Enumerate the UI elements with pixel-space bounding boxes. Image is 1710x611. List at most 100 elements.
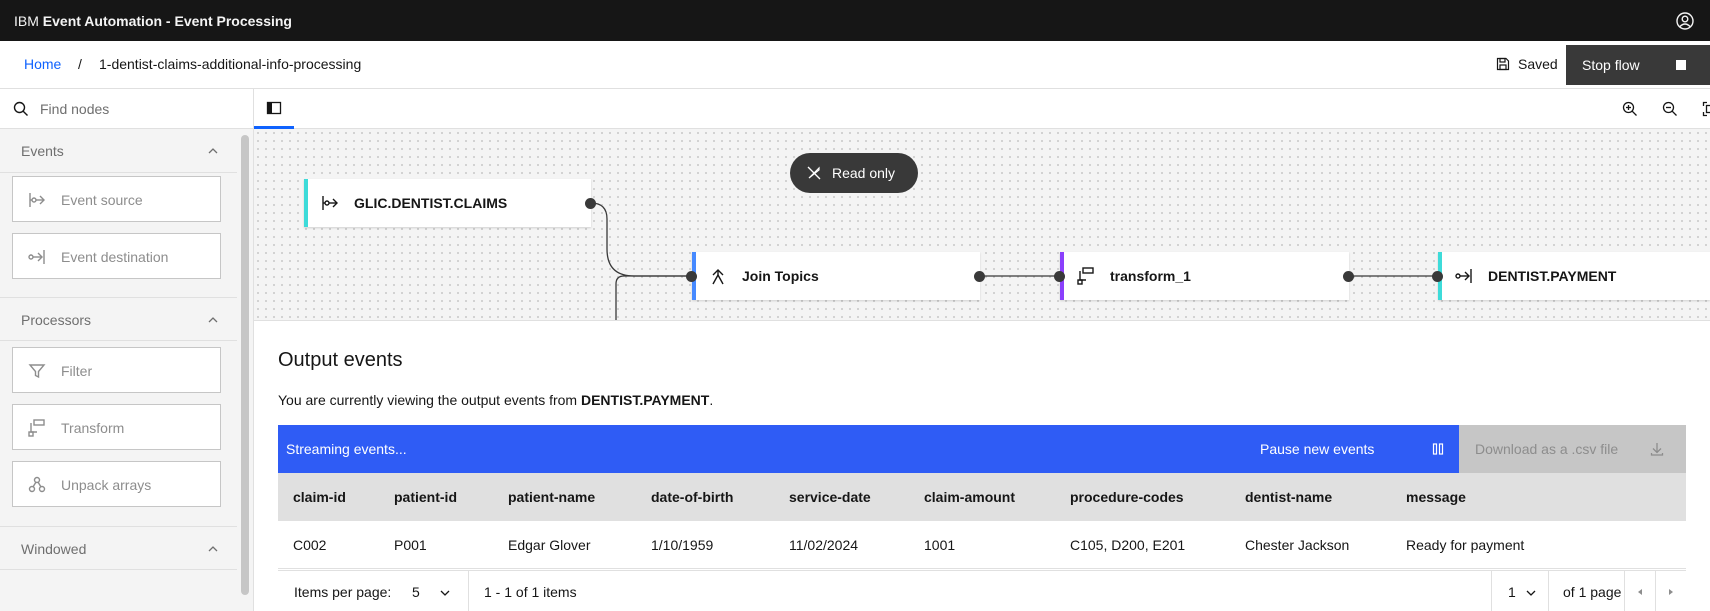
event-destination-icon [28, 250, 45, 264]
toggle-palette-button[interactable] [254, 89, 294, 129]
column-header: dentist-name [1245, 489, 1333, 505]
breadcrumb-home-link[interactable]: Home [24, 56, 61, 72]
stop-flow-button[interactable]: Stop flow [1566, 45, 1710, 85]
filter-icon [28, 364, 46, 379]
table-cell: 11/02/2024 [789, 537, 859, 553]
previous-page-button[interactable] [1624, 571, 1655, 611]
column-header: date-of-birth [651, 489, 734, 505]
palette-item-label: Event destination [61, 249, 169, 265]
stop-flow-label: Stop flow [1582, 57, 1640, 73]
palette-item-label: Transform [61, 420, 125, 436]
event-source-icon [322, 196, 338, 210]
flow-node-event-source[interactable]: GLIC.DENTIST.CLAIMS [304, 179, 591, 227]
flow-node-transform[interactable]: transform_1 [1060, 252, 1349, 300]
palette-item-event-destination[interactable]: Event destination [12, 233, 221, 279]
input-port[interactable] [1432, 271, 1443, 282]
section-header-events[interactable]: Events [0, 129, 237, 173]
next-page-button[interactable] [1655, 571, 1686, 611]
palette-item-label: Unpack arrays [61, 477, 152, 493]
description-target: DENTIST.PAYMENT [580, 392, 710, 408]
section-title: Events [21, 143, 64, 159]
transform-icon [28, 419, 45, 437]
breadcrumb-separator: / [78, 56, 82, 72]
zoom-out-button[interactable] [1650, 89, 1690, 129]
page-select[interactable]: 1 [1508, 584, 1516, 600]
flow-canvas[interactable]: Read only GLIC.DENTIST.CLAIMS Join Topic… [254, 129, 1710, 320]
table-cell: Chester Jackson [1245, 537, 1350, 553]
search-icon [13, 101, 28, 116]
join-icon [712, 269, 724, 285]
stop-icon [1676, 60, 1686, 70]
palette-item-unpack-arrays[interactable]: Unpack arrays [12, 461, 221, 507]
column-header: claim-amount [924, 489, 1016, 505]
input-port[interactable] [686, 271, 697, 282]
table-row: C002 P001 Edgar Glover 1/10/1959 11/02/2… [278, 521, 1686, 569]
output-port[interactable] [1343, 271, 1354, 282]
output-port[interactable] [585, 198, 596, 209]
search-input[interactable] [40, 97, 240, 121]
chevron-up-icon [208, 546, 218, 552]
column-header: message [1406, 489, 1466, 505]
table-cell: 1001 [924, 537, 956, 553]
palette-item-filter[interactable]: Filter [12, 347, 221, 393]
download-csv-button[interactable]: Download as a .csv file [1459, 425, 1686, 473]
table-cell: P001 [394, 537, 427, 553]
chevron-down-icon[interactable] [439, 587, 451, 599]
column-header: service-date [789, 489, 871, 505]
column-header: claim-id [293, 489, 346, 505]
items-per-page-select[interactable]: 5 [412, 584, 420, 600]
zoom-in-button[interactable] [1610, 89, 1650, 129]
section-title: Windowed [21, 541, 87, 557]
section-header-windowed[interactable]: Windowed [0, 526, 237, 570]
section-header-processors[interactable]: Processors [0, 297, 237, 341]
table-cell: Ready for payment [1406, 537, 1525, 553]
input-port[interactable] [1054, 271, 1065, 282]
pause-icon[interactable] [1431, 442, 1445, 456]
items-range: 1 - 1 of 1 items [484, 584, 577, 600]
flow-node-join[interactable]: Join Topics [692, 252, 980, 300]
flow-node-event-destination[interactable]: DENTIST.PAYMENT [1438, 252, 1710, 300]
side-panel-icon [266, 101, 282, 114]
breadcrumb-bar: Home / 1-dentist-claims-additional-info-… [0, 41, 1710, 89]
chevron-up-icon [208, 317, 218, 323]
fit-to-screen-button[interactable] [1690, 89, 1710, 129]
chevron-down-icon[interactable] [1525, 587, 1537, 599]
scrollbar-thumb[interactable] [241, 135, 249, 595]
column-header: patient-name [508, 489, 596, 505]
streaming-bar: Streaming events... Pause new events [278, 425, 1459, 473]
output-port[interactable] [974, 271, 985, 282]
download-icon [1650, 443, 1664, 456]
streaming-label: Streaming events... [286, 441, 407, 457]
section-title: Processors [21, 312, 92, 328]
palette-scrollbar[interactable] [237, 129, 253, 611]
saved-status: Saved [1496, 56, 1558, 72]
breadcrumb-current: 1-dentist-claims-additional-info-process… [99, 56, 362, 72]
canvas-toolbar [254, 89, 1710, 129]
unpack-arrays-icon [28, 476, 46, 493]
output-events-panel: Output events You are currently viewing … [254, 320, 1710, 611]
caret-right-icon [1669, 589, 1673, 595]
description-suffix: . [709, 392, 714, 408]
app-brand: IBM Event Automation - Event Processing [14, 13, 292, 29]
chevron-up-icon [208, 148, 218, 154]
node-label: transform_1 [1110, 268, 1191, 284]
divider [1548, 571, 1549, 611]
download-label: Download as a .csv file [1475, 441, 1619, 457]
pause-events-button[interactable]: Pause new events [1260, 441, 1374, 457]
event-source-icon [29, 193, 45, 207]
saved-label: Saved [1518, 56, 1558, 72]
zoom-in-icon [1622, 101, 1637, 116]
event-destination-icon [1455, 269, 1472, 283]
palette-item-transform[interactable]: Transform [12, 404, 221, 450]
user-avatar-button[interactable] [1660, 0, 1710, 41]
brand-prefix: IBM [14, 12, 39, 29]
zoom-out-icon [1662, 101, 1677, 116]
output-title: Output events [278, 349, 403, 371]
table-cell: C002 [293, 537, 327, 553]
user-avatar-icon [1676, 11, 1694, 30]
caret-left-icon [1638, 589, 1642, 595]
node-search [0, 89, 254, 129]
palette-item-event-source[interactable]: Event source [12, 176, 221, 222]
node-label: GLIC.DENTIST.CLAIMS [354, 195, 508, 211]
table-cell: 1/10/1959 [651, 537, 714, 553]
